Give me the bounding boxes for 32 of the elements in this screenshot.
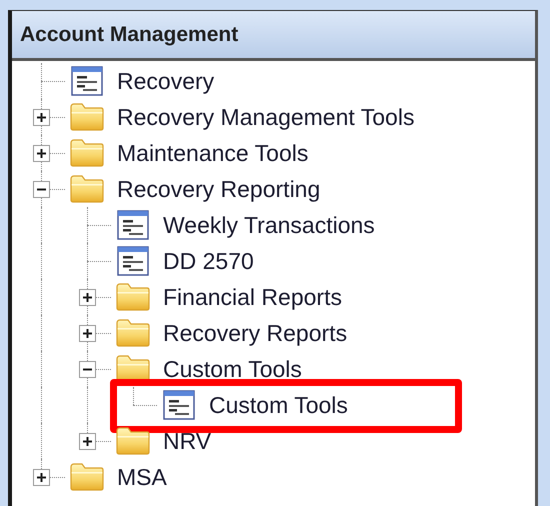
collapse-icon[interactable] (33, 181, 50, 198)
panel-title: Account Management (20, 22, 238, 46)
folder-icon (69, 102, 105, 132)
tree-item[interactable]: Recovery Reporting (117, 176, 320, 202)
folder-icon (115, 318, 151, 348)
tree-item[interactable]: MSA (117, 464, 167, 490)
expand-icon[interactable] (79, 289, 96, 306)
tree-item[interactable]: Custom Tools (209, 392, 348, 418)
expand-icon[interactable] (79, 433, 96, 450)
collapse-icon[interactable] (79, 361, 96, 378)
folder-icon (69, 138, 105, 168)
folder-icon (115, 282, 151, 312)
form-icon (69, 66, 105, 96)
tree-item[interactable]: Maintenance Tools (117, 140, 308, 166)
tree-item[interactable]: NRV (163, 428, 212, 454)
expand-icon[interactable] (33, 109, 50, 126)
form-icon (115, 210, 151, 240)
tree-item[interactable]: Recovery Management Tools (117, 104, 414, 130)
expand-icon[interactable] (33, 145, 50, 162)
tree-item[interactable]: Recovery Reports (163, 320, 348, 346)
tree-item[interactable]: Custom Tools (163, 356, 302, 382)
folder-icon (69, 174, 105, 204)
tree-item[interactable]: Recovery (117, 68, 214, 94)
form-icon (161, 390, 197, 420)
expand-icon[interactable] (79, 325, 96, 342)
tree-item[interactable]: DD 2570 (163, 248, 254, 274)
tree-item[interactable]: Financial Reports (163, 284, 342, 310)
folder-icon (69, 462, 105, 492)
tree-item[interactable]: Weekly Transactions (163, 212, 375, 238)
folder-icon (115, 426, 151, 456)
expand-icon[interactable] (33, 469, 50, 486)
form-icon (115, 246, 151, 276)
